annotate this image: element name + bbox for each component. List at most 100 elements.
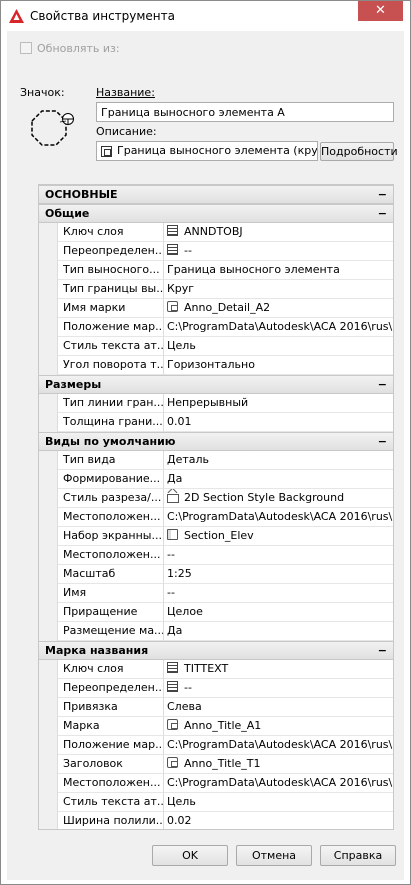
row-gutter [39, 280, 58, 299]
property-row[interactable]: Стиль текста ат... Цель [39, 337, 393, 356]
row-gutter [39, 508, 58, 527]
checkbox-box[interactable] [20, 42, 32, 54]
property-row[interactable]: Толщина грани... 0.01 [39, 413, 393, 432]
property-value[interactable]: Section_Elev [164, 527, 393, 546]
property-row[interactable]: Стиль разреза/... 2D Section Style Backgr… [39, 489, 393, 508]
property-value[interactable]: Непрерывный [164, 394, 393, 413]
details-button[interactable]: Подробности [320, 142, 398, 161]
property-name: Тип выносного... [58, 261, 164, 280]
property-value[interactable]: Да [164, 622, 393, 641]
property-value[interactable]: 1:25 [164, 565, 393, 584]
name-label: Название: [96, 86, 155, 99]
property-value[interactable]: 0.01 [164, 413, 393, 432]
property-row[interactable]: Ключ слоя ANNDTOBJ [39, 223, 393, 242]
table-icon [167, 244, 178, 255]
property-row[interactable]: Марка Anno_Title_A1 [39, 717, 393, 736]
property-row[interactable]: Ключ слоя TITTEXT [39, 660, 393, 679]
collapse-icon[interactable]: − [378, 376, 387, 393]
property-row[interactable]: Местоположен... C:\ProgramData\Autodesk\A… [39, 508, 393, 527]
property-row[interactable]: Стиль текста ат... Цель [39, 793, 393, 812]
property-row[interactable]: Тип границы вы... Круг [39, 280, 393, 299]
property-value[interactable]: Граница выносного элемента [164, 261, 393, 280]
property-name: Привязка [58, 698, 164, 717]
property-value[interactable]: -- [164, 242, 393, 261]
property-row[interactable]: Местоположен... C:\ProgramData\Autodesk\A… [39, 774, 393, 793]
property-value[interactable]: ANNDTOBJ [164, 223, 393, 242]
section-title: Общие [45, 207, 90, 220]
property-value[interactable]: -- [164, 546, 393, 565]
help-button[interactable]: Справка [320, 845, 396, 866]
section-style-icon [167, 491, 179, 503]
property-row[interactable]: Заголовок Anno_Title_T1 [39, 755, 393, 774]
tool-properties-dialog: Свойства инструмента ✕ Обновлять из: Зна… [0, 0, 411, 885]
property-value[interactable]: Anno_Title_T1 [164, 755, 393, 774]
property-value[interactable]: Деталь [164, 451, 393, 470]
property-row[interactable]: Переопределен... -- [39, 679, 393, 698]
property-value[interactable]: Горизонтально [164, 356, 393, 375]
property-value[interactable]: TITTEXT [164, 660, 393, 679]
property-value[interactable]: Целое [164, 603, 393, 622]
property-row[interactable]: Формирование... Да [39, 470, 393, 489]
property-row[interactable]: Набор экранны... Section_Elev [39, 527, 393, 546]
property-name: Стиль разреза/... [58, 489, 164, 508]
row-gutter [39, 565, 58, 584]
property-row[interactable]: Ширина полили... 0.02 [39, 812, 393, 829]
collapse-icon[interactable]: − [378, 205, 387, 222]
close-button[interactable]: ✕ [358, 1, 403, 21]
property-row[interactable]: Тип линии гран... Непрерывный [39, 394, 393, 413]
update-from-checkbox[interactable]: Обновлять из: [20, 42, 120, 55]
property-value[interactable]: Цель [164, 337, 393, 356]
autocad-logo-icon [9, 9, 24, 23]
tool-preview-icon[interactable] [20, 107, 76, 163]
property-row[interactable]: Тип вида Деталь [39, 451, 393, 470]
property-value[interactable]: Anno_Title_A1 [164, 717, 393, 736]
property-value[interactable]: 2D Section Style Background [164, 489, 393, 508]
collapse-icon[interactable]: − [378, 186, 387, 203]
property-value[interactable]: -- [164, 584, 393, 603]
property-row[interactable]: Тип выносного... Граница выносного элемен… [39, 261, 393, 280]
section-header[interactable]: Виды по умолчанию − [39, 432, 393, 451]
collapse-icon[interactable]: − [378, 433, 387, 450]
property-value-text: 2D Section Style Background [184, 491, 345, 504]
property-value[interactable]: Anno_Detail_A2 [164, 299, 393, 318]
section-header[interactable]: Марка названия − [39, 641, 393, 660]
property-name: Толщина грани... [58, 413, 164, 432]
property-value[interactable]: Да [164, 470, 393, 489]
property-value[interactable]: Цель [164, 793, 393, 812]
property-row[interactable]: Масштаб 1:25 [39, 565, 393, 584]
section-header[interactable]: Общие − [39, 204, 393, 223]
row-gutter [39, 546, 58, 565]
property-value[interactable]: C:\ProgramData\Autodesk\ACA 2016\rus\St.… [164, 774, 393, 793]
property-value[interactable]: -- [164, 679, 393, 698]
property-name: Приращение [58, 603, 164, 622]
property-name: Тип границы вы... [58, 280, 164, 299]
cancel-button[interactable]: Отмена [236, 845, 312, 866]
property-row[interactable]: Привязка Слева [39, 698, 393, 717]
property-value[interactable]: C:\ProgramData\Autodesk\ACA 2016\rus\St.… [164, 508, 393, 527]
property-row[interactable]: Размещение ма... Да [39, 622, 393, 641]
name-input[interactable] [96, 102, 394, 122]
update-from-label: Обновлять из: [37, 42, 120, 55]
property-value[interactable]: Слева [164, 698, 393, 717]
ok-button[interactable]: OK [152, 845, 228, 866]
property-value[interactable]: Круг [164, 280, 393, 299]
property-row[interactable]: Имя марки Anno_Detail_A2 [39, 299, 393, 318]
property-row[interactable]: Местоположен... -- [39, 546, 393, 565]
description-field[interactable]: Граница выносного элемента (кру [96, 141, 318, 161]
property-value[interactable]: C:\ProgramData\Autodesk\ACA 2016\rus\St.… [164, 318, 393, 337]
property-row[interactable]: Переопределен... -- [39, 242, 393, 261]
property-row[interactable]: Имя -- [39, 584, 393, 603]
property-value-text: -- [167, 586, 175, 599]
property-value[interactable]: 0.02 [164, 812, 393, 829]
property-value-text: Anno_Title_A1 [184, 719, 262, 732]
collapse-icon[interactable]: − [378, 642, 387, 659]
section-header[interactable]: ОСНОВНЫЕ − [39, 185, 393, 204]
property-row[interactable]: Приращение Целое [39, 603, 393, 622]
section-header[interactable]: Размеры − [39, 375, 393, 394]
property-row[interactable]: Угол поворота т... Горизонтально [39, 356, 393, 375]
property-value[interactable]: C:\ProgramData\Autodesk\ACA 2016\rus\St.… [164, 736, 393, 755]
property-name: Стиль текста ат... [58, 337, 164, 356]
property-value-text: Деталь [167, 453, 210, 466]
property-row[interactable]: Положение мар... C:\ProgramData\Autodesk\… [39, 318, 393, 337]
property-row[interactable]: Положение мар... C:\ProgramData\Autodesk\… [39, 736, 393, 755]
